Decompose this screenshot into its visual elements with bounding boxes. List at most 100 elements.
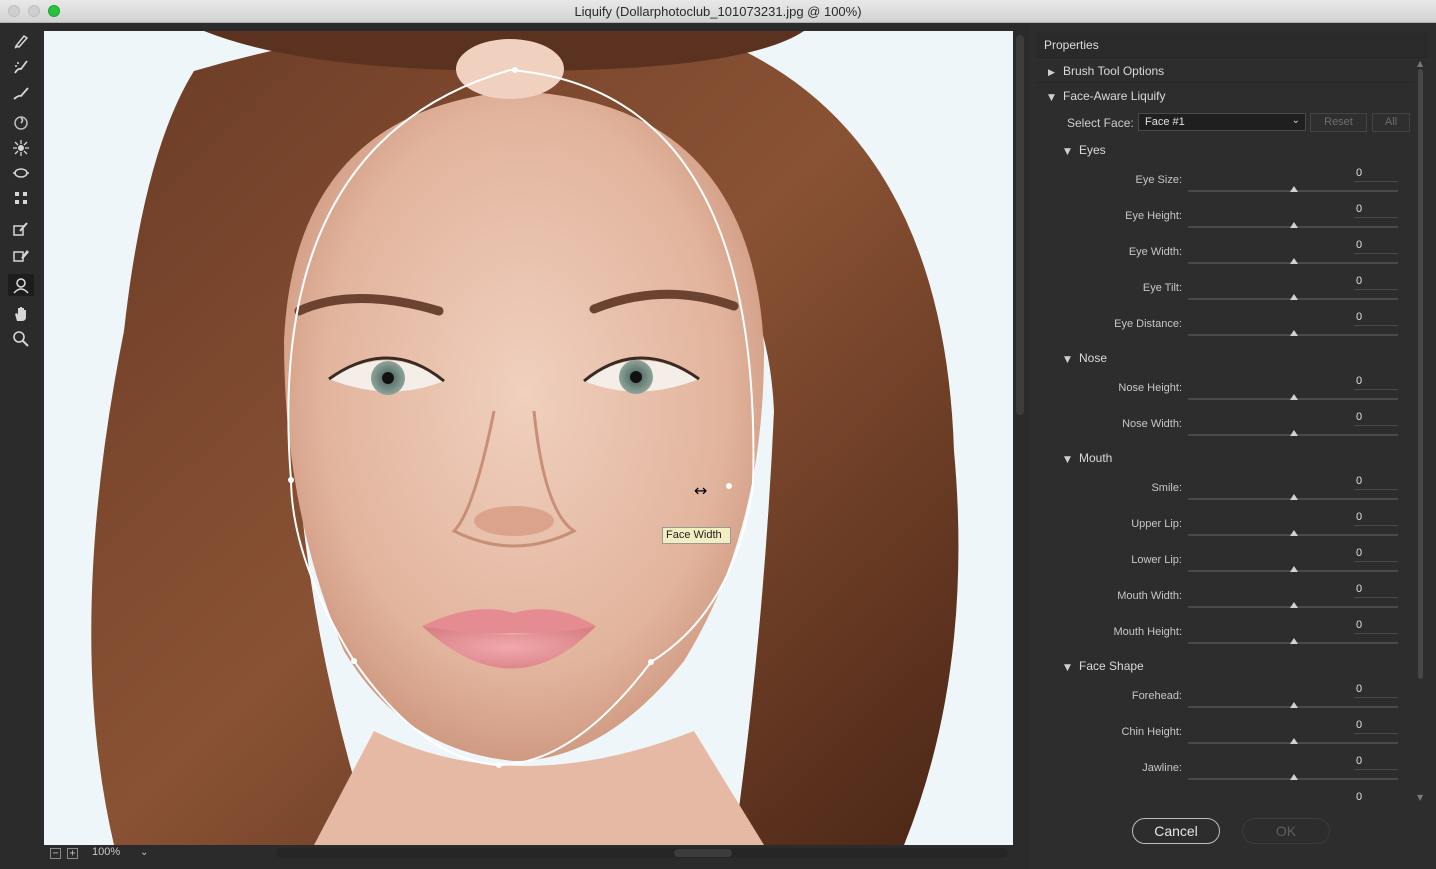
reset-button[interactable]: Reset xyxy=(1310,113,1367,132)
nose-height-slider-thumb[interactable] xyxy=(1290,394,1298,400)
select-face-value: Face #1 xyxy=(1145,116,1185,128)
forward-warp-tool[interactable] xyxy=(8,30,34,52)
push-left-tool[interactable] xyxy=(8,187,34,209)
forward-warp-icon xyxy=(14,34,29,49)
expanded-triangle-icon: ▼ xyxy=(1064,663,1071,673)
nose-section-toggle[interactable]: ▼ Nose xyxy=(1064,351,1107,365)
freeze-mask-tool[interactable] xyxy=(8,218,34,240)
smile-value[interactable]: 0 xyxy=(1354,475,1398,490)
canvas-status-bar: − + 100% ⌄ xyxy=(44,845,1013,869)
scroll-up-arrow-icon[interactable]: ▲ xyxy=(1417,59,1423,68)
eye-distance-label: Eye Distance: xyxy=(1114,318,1182,330)
eye-tilt-value[interactable]: 0 xyxy=(1354,275,1398,290)
properties-title: Properties xyxy=(1044,38,1099,52)
smile-slider-thumb[interactable] xyxy=(1290,494,1298,500)
chevron-down-icon: ⌄ xyxy=(1291,115,1300,126)
twirl-tool[interactable] xyxy=(8,112,34,134)
canvas-vertical-scroll-thumb[interactable] xyxy=(1016,35,1024,415)
portrait-photo xyxy=(44,31,1013,845)
expanded-triangle-icon: ▼ xyxy=(1064,147,1071,157)
smooth-tool[interactable] xyxy=(8,82,34,104)
bloat-tool[interactable] xyxy=(8,162,34,184)
thaw-mask-tool[interactable] xyxy=(8,244,34,266)
face-aware-liquify-toggle[interactable]: ▼ Face-Aware Liquify xyxy=(1048,89,1166,103)
twirl-icon xyxy=(14,116,28,130)
mouth-height-label: Mouth Height: xyxy=(1113,626,1182,638)
freeze-mask-icon xyxy=(13,222,28,236)
eye-size-value[interactable]: 0 xyxy=(1354,167,1398,182)
eye-width-label: Eye Width: xyxy=(1128,246,1182,258)
eye-width-value[interactable]: 0 xyxy=(1354,239,1398,254)
window-title: Liquify (Dollarphotoclub_101073231.jpg @… xyxy=(574,4,862,19)
bloat-icon xyxy=(13,168,29,178)
title-bar: Liquify (Dollarphotoclub_101073231.jpg @… xyxy=(0,0,1436,23)
zoom-in-button[interactable]: + xyxy=(67,848,78,859)
nose-height-value[interactable]: 0 xyxy=(1354,375,1398,390)
eye-tilt-slider-thumb[interactable] xyxy=(1290,294,1298,300)
properties-scrollbar[interactable]: ▲ ▼ xyxy=(1416,59,1426,805)
tools-panel xyxy=(0,23,42,869)
hand-tool[interactable] xyxy=(8,303,34,325)
select-face-dropdown[interactable]: Face #1 ⌄ xyxy=(1138,113,1306,131)
nose-width-value[interactable]: 0 xyxy=(1354,411,1398,426)
forehead-label: Forehead: xyxy=(1131,690,1182,702)
eye-width-slider-thumb[interactable] xyxy=(1290,258,1298,264)
upper-lip-value[interactable]: 0 xyxy=(1354,511,1398,526)
eye-height-value[interactable]: 0 xyxy=(1354,203,1398,218)
mouth-height-value[interactable]: 0 xyxy=(1354,619,1398,634)
forehead-value[interactable]: 0 xyxy=(1354,683,1398,698)
expanded-triangle-icon: ▼ xyxy=(1048,93,1055,103)
chin-height-slider-thumb[interactable] xyxy=(1290,738,1298,744)
lower-lip-slider-thumb[interactable] xyxy=(1290,566,1298,572)
lower-lip-value[interactable]: 0 xyxy=(1354,547,1398,562)
face-shape-section-toggle[interactable]: ▼ Face Shape xyxy=(1064,659,1144,673)
ok-button[interactable]: OK xyxy=(1242,818,1330,844)
divider xyxy=(1036,82,1414,83)
scroll-down-arrow-icon[interactable]: ▼ xyxy=(1417,793,1423,802)
eyes-section-toggle[interactable]: ▼ Eyes xyxy=(1064,143,1106,157)
face-width-value[interactable]: 0 xyxy=(1354,791,1398,803)
nose-width-slider-thumb[interactable] xyxy=(1290,430,1298,436)
thaw-mask-icon xyxy=(13,250,29,262)
forehead-slider-thumb[interactable] xyxy=(1290,702,1298,708)
eye-size-label: Eye Size: xyxy=(1135,174,1182,186)
pucker-icon xyxy=(13,140,29,156)
eye-distance-value[interactable]: 0 xyxy=(1354,311,1398,326)
canvas-vertical-scrollbar[interactable] xyxy=(1014,31,1026,845)
chin-height-value[interactable]: 0 xyxy=(1354,719,1398,734)
eye-distance-slider-thumb[interactable] xyxy=(1290,330,1298,336)
properties-panel: Properties ▶ Brush Tool Options ▼ Face-Awa… xyxy=(1030,23,1436,869)
expanded-triangle-icon: ▼ xyxy=(1064,355,1071,365)
mouth-width-value[interactable]: 0 xyxy=(1354,583,1398,598)
face-icon xyxy=(13,278,29,294)
pucker-tool[interactable] xyxy=(8,137,34,159)
mouth-width-slider-thumb[interactable] xyxy=(1290,602,1298,608)
canvas-horizontal-scroll-thumb[interactable] xyxy=(674,849,732,857)
eye-size-slider-thumb[interactable] xyxy=(1290,186,1298,192)
zoom-out-button[interactable]: − xyxy=(50,848,61,859)
canvas-horizontal-scrollbar[interactable] xyxy=(276,848,1008,858)
properties-scroll-area[interactable]: ▶ Brush Tool Options ▼ Face-Aware Liquify … xyxy=(1036,59,1414,805)
properties-scroll-thumb[interactable] xyxy=(1418,69,1423,679)
cancel-button[interactable]: Cancel xyxy=(1132,818,1220,844)
push-left-icon xyxy=(15,192,27,204)
magnifier-icon xyxy=(13,331,29,347)
select-face-label: Select Face: xyxy=(1067,116,1134,130)
zoom-dropdown-chevron-icon[interactable]: ⌄ xyxy=(140,847,148,858)
brush-tool-options-toggle[interactable]: ▶ Brush Tool Options xyxy=(1048,64,1164,78)
lower-lip-label: Lower Lip: xyxy=(1131,554,1182,566)
zoom-tool[interactable] xyxy=(8,328,34,350)
face-tool[interactable] xyxy=(8,274,34,296)
jawline-value[interactable]: 0 xyxy=(1354,755,1398,770)
mouth-height-slider-thumb[interactable] xyxy=(1290,638,1298,644)
eye-height-slider-thumb[interactable] xyxy=(1290,222,1298,228)
jawline-slider-thumb[interactable] xyxy=(1290,774,1298,780)
zoom-level-field[interactable]: 100% xyxy=(92,846,120,858)
all-button[interactable]: All xyxy=(1372,113,1410,132)
smile-label: Smile: xyxy=(1151,482,1182,494)
reconstruct-tool[interactable] xyxy=(8,56,34,78)
liquify-canvas[interactable] xyxy=(44,31,1013,845)
upper-lip-slider-thumb[interactable] xyxy=(1290,530,1298,536)
nose-width-label: Nose Width: xyxy=(1122,418,1182,430)
mouth-section-toggle[interactable]: ▼ Mouth xyxy=(1064,451,1112,465)
